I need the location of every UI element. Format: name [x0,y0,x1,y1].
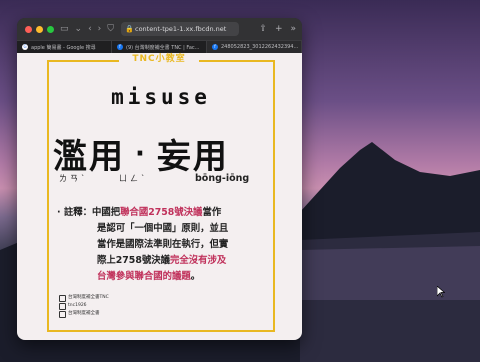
annotation-text: 當作 [202,207,222,218]
facebook-icon [59,294,66,302]
annotation-highlight: 聯合國2758號決議 [120,207,203,218]
pinyin: bōng-iōng [195,173,250,184]
url-text: content-tpe1-1.xx.fbcdn.net [135,25,227,33]
credit-facebook: 台灣制度補全書TNC [68,295,109,300]
lock-icon: 🔒 [125,25,134,33]
tab-image[interactable]: f 248052823_3012262432394... [207,41,302,53]
facebook-icon: f [212,44,218,50]
chinese-term: 濫用 · 妄用 [53,129,273,178]
annotation-text: 中國把 [91,207,121,218]
credit-instagram: tnc1926 [68,303,87,308]
annotation-line: 當作是國際法準則在執行，但實 [97,239,229,250]
chinese-term-2: 妄用 [156,137,229,177]
bopomofo-2: ㄩㄥˋ [119,174,148,183]
sidebar-icon[interactable]: ▭ [60,18,69,40]
bopomofo-1: ㄌㄢˋ [59,174,88,183]
credit-web: 台灣制度補全書 [68,311,100,316]
annotation-highlight: 台灣參與聯合國的議題 [97,271,191,282]
facebook-icon: f [117,44,123,50]
back-icon[interactable]: ‹ [88,18,92,40]
image-content: TNC小教室 misuse 濫用 · 妄用 ㄌㄢˋ ㄩㄥˋ bōng-iōng · … [17,53,302,340]
mouse-cursor [437,286,445,298]
forward-icon[interactable]: › [98,18,102,40]
tab-overview-icon[interactable]: » [290,18,296,40]
annotation-text: 際上2758號決議 [97,255,170,266]
new-tab-icon[interactable]: + [275,18,283,40]
share-icon[interactable]: ⇪ [259,18,267,40]
annotation-lead: · 註釋： [57,207,92,218]
chevron-down-icon[interactable]: ⌄ [75,18,83,40]
english-term: misuse [111,85,211,109]
tab-label: apple 簡易畫 - Google 搜尋 [31,44,96,51]
tab-facebook-page[interactable]: f (9) 台灣制度補全書 TNC | Fac... [112,41,207,53]
shield-icon[interactable]: ⛉ [107,18,114,40]
browser-window: ▭ ⌄ ‹ › ⛉ 🔒 content-tpe1-1.xx.fbcdn.net … [17,18,302,340]
annotation-text: 。 [190,271,201,282]
annotation-line: 是認可「一個中國」原則，並且 [97,223,229,234]
instagram-icon [59,302,66,310]
google-icon: G [22,44,28,50]
tab-label: 248052823_3012262432394... [221,44,299,50]
title-bar: ▭ ⌄ ‹ › ⛉ 🔒 content-tpe1-1.xx.fbcdn.net … [17,18,302,40]
annotation: · 註釋：中國把聯合國2758號決議當作 是認可「一個中國」原則，並且 當作是國… [57,205,267,285]
tab-bar: G apple 簡易畫 - Google 搜尋 f (9) 台灣制度補全書 TN… [17,40,302,53]
term-separator: · [135,139,147,169]
credits: 台灣制度補全書TNC tnc1926 台灣制度補全書 [59,294,109,318]
minimize-button[interactable] [36,25,43,33]
chinese-term-1: 濫用 [53,137,125,177]
window-controls [25,25,54,33]
zoom-button[interactable] [47,25,54,33]
tab-google-search[interactable]: G apple 簡易畫 - Google 搜尋 [17,41,112,53]
web-icon [59,310,66,318]
tab-label: (9) 台灣制度補全書 TNC | Fac... [126,44,200,51]
post-banner: TNC小教室 [119,53,199,66]
annotation-highlight: 完全沒有涉及 [169,255,227,266]
close-button[interactable] [25,25,32,33]
address-bar[interactable]: 🔒 content-tpe1-1.xx.fbcdn.net [121,22,239,36]
